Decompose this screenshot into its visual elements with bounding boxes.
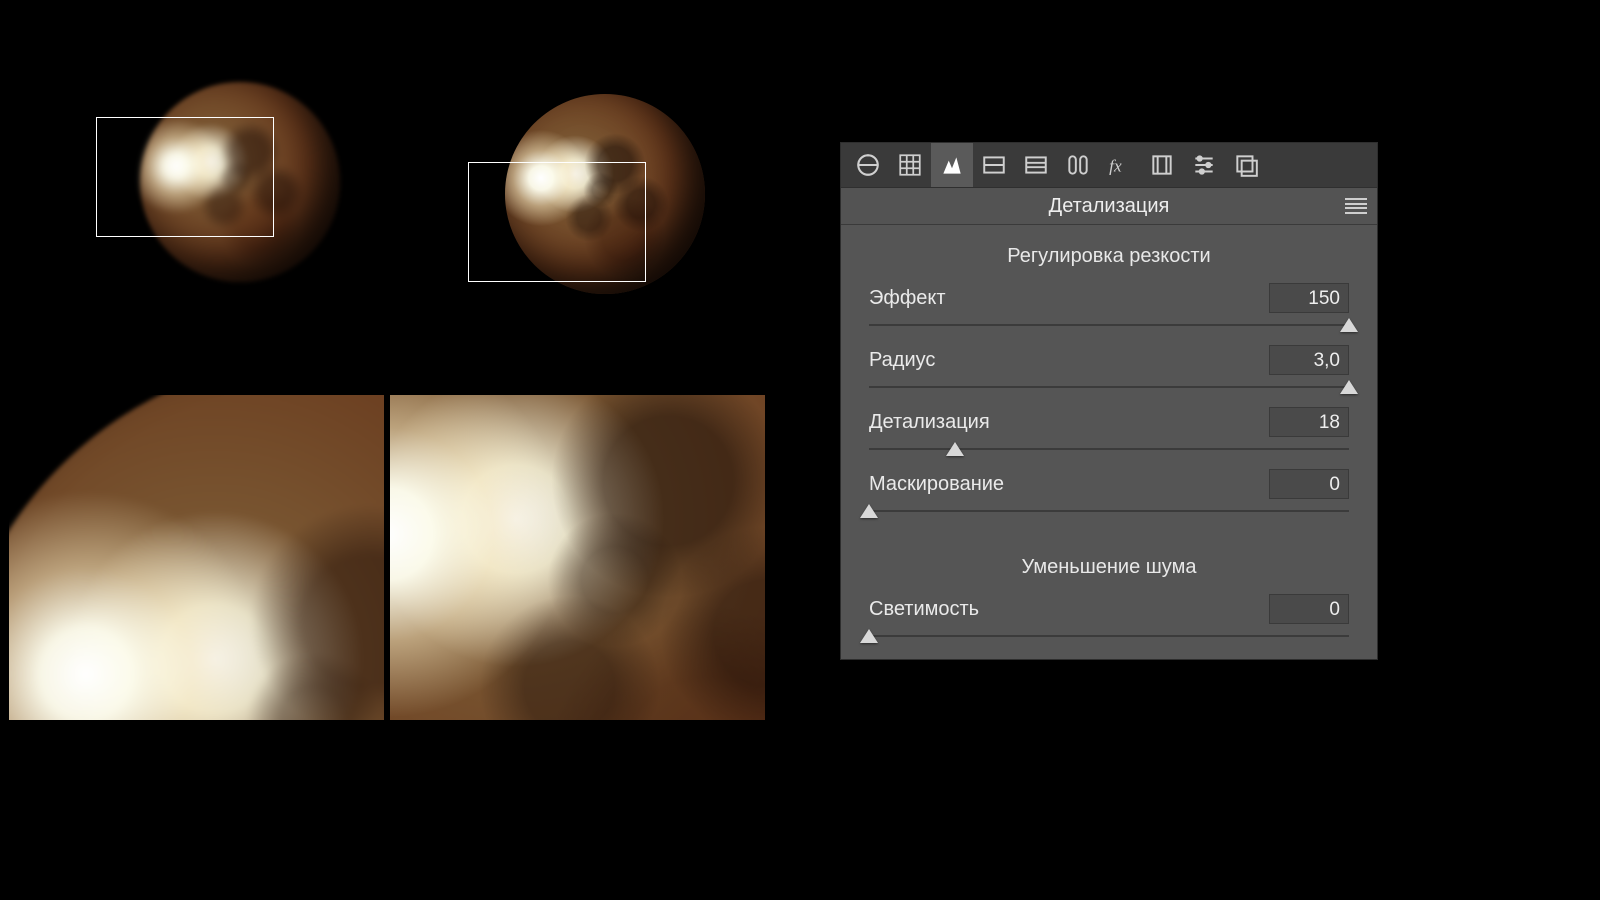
slider-masking-track[interactable] bbox=[869, 506, 1349, 526]
svg-text:fx: fx bbox=[1109, 157, 1122, 176]
slider-radius-track[interactable] bbox=[869, 382, 1349, 402]
zoom-crop-before bbox=[9, 395, 384, 720]
slider-luminance-value[interactable] bbox=[1269, 594, 1349, 624]
tab-detail[interactable] bbox=[931, 143, 973, 187]
slider-luminance-label: Светимость bbox=[869, 598, 979, 621]
slider-detail: Детализация bbox=[841, 406, 1377, 468]
slider-luminance: Светимость bbox=[841, 593, 1377, 647]
slider-detail-label: Детализация bbox=[869, 411, 990, 434]
panel-tabstrip: fx bbox=[841, 143, 1377, 187]
slider-amount-value[interactable] bbox=[1269, 283, 1349, 313]
panel-title-bar: Детализация bbox=[841, 187, 1377, 225]
slider-detail-handle[interactable] bbox=[946, 442, 964, 456]
tab-hsl[interactable] bbox=[973, 143, 1015, 187]
detail-panel: fx Детализация Регулировка резкости Эффе… bbox=[840, 142, 1378, 660]
tab-split-toning[interactable] bbox=[1015, 143, 1057, 187]
slider-radius: Радиус bbox=[841, 344, 1377, 406]
slider-detail-track[interactable] bbox=[869, 444, 1349, 464]
selection-box-before[interactable] bbox=[96, 117, 274, 237]
tab-effects[interactable]: fx bbox=[1099, 143, 1141, 187]
section-noise-title: Уменьшение шума bbox=[841, 530, 1377, 593]
preview-area bbox=[0, 0, 840, 900]
tab-snapshots[interactable] bbox=[1225, 143, 1267, 187]
panel-menu-icon[interactable] bbox=[1345, 198, 1367, 214]
slider-masking-label: Маскирование bbox=[869, 473, 1004, 496]
slider-radius-handle[interactable] bbox=[1340, 380, 1358, 394]
slider-masking-value[interactable] bbox=[1269, 469, 1349, 499]
slider-luminance-handle[interactable] bbox=[860, 629, 878, 643]
panel-body: Регулировка резкости Эффект Радиус bbox=[841, 225, 1377, 659]
slider-amount-label: Эффект bbox=[869, 287, 946, 310]
slider-amount: Эффект bbox=[841, 282, 1377, 344]
slider-radius-value[interactable] bbox=[1269, 345, 1349, 375]
selection-box-after[interactable] bbox=[468, 162, 646, 282]
slider-radius-label: Радиус bbox=[869, 349, 935, 372]
slider-masking-handle[interactable] bbox=[860, 504, 878, 518]
tab-tone-curve[interactable] bbox=[889, 143, 931, 187]
slider-luminance-track[interactable] bbox=[869, 631, 1349, 643]
slider-detail-value[interactable] bbox=[1269, 407, 1349, 437]
panel-title-text: Детализация bbox=[1049, 195, 1170, 218]
tab-calibration[interactable] bbox=[1141, 143, 1183, 187]
slider-amount-track[interactable] bbox=[869, 320, 1349, 340]
slider-masking: Маскирование bbox=[841, 468, 1377, 530]
slider-amount-handle[interactable] bbox=[1340, 318, 1358, 332]
tab-lens[interactable] bbox=[1057, 143, 1099, 187]
section-sharpening-title: Регулировка резкости bbox=[841, 235, 1377, 282]
tab-presets[interactable] bbox=[1183, 143, 1225, 187]
zoom-crop-after bbox=[390, 395, 765, 720]
tab-basic[interactable] bbox=[847, 143, 889, 187]
